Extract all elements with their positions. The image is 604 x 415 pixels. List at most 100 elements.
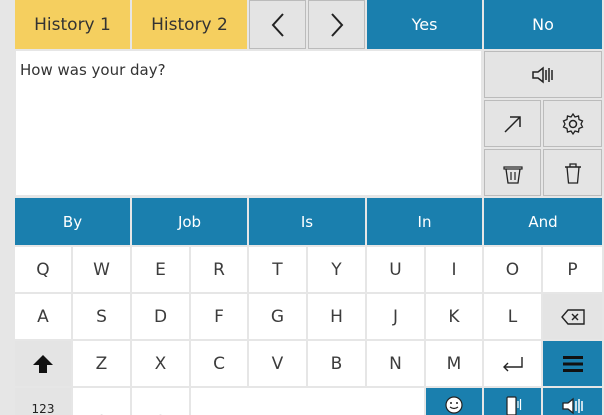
prediction-5[interactable]: And	[484, 198, 602, 245]
key-j[interactable]: J	[367, 294, 424, 339]
key-label: S	[96, 306, 107, 327]
key-b[interactable]: B	[308, 341, 365, 386]
prediction-label: And	[528, 212, 558, 231]
history-2-label: History 2	[151, 14, 228, 35]
key-s[interactable]: S	[73, 294, 130, 339]
key-u[interactable]: U	[367, 247, 424, 292]
key-label: E	[155, 259, 166, 280]
history-1-button[interactable]: History 1	[15, 0, 130, 49]
yes-button[interactable]: Yes	[367, 0, 482, 49]
key-v[interactable]: V	[249, 341, 306, 386]
key-label: F	[214, 306, 224, 327]
speak-key[interactable]	[543, 388, 602, 415]
chevron-right-icon	[330, 12, 344, 38]
prediction-label: Job	[177, 212, 202, 231]
forward-button[interactable]	[308, 0, 365, 49]
back-button[interactable]	[249, 0, 306, 49]
history-1-label: History 1	[34, 14, 111, 35]
key-label: O	[505, 259, 520, 280]
prediction-label: By	[62, 212, 83, 231]
key-o[interactable]: O	[484, 247, 541, 292]
key-label: J	[392, 306, 398, 327]
key-label: C	[213, 353, 225, 374]
key-i[interactable]: I	[426, 247, 482, 292]
shift-icon	[32, 353, 54, 375]
clear-all-button[interactable]	[543, 149, 602, 196]
key-label: U	[389, 259, 402, 280]
prediction-3[interactable]: Is	[249, 198, 365, 245]
backspace-icon	[560, 308, 586, 326]
key-e[interactable]: E	[132, 247, 189, 292]
key-label: H	[330, 306, 343, 327]
key-label: A	[37, 306, 49, 327]
key-d[interactable]: D	[132, 294, 189, 339]
key-label: G	[270, 306, 285, 327]
period-key[interactable]: .	[132, 388, 189, 415]
menu-key[interactable]	[543, 341, 602, 386]
key-label: Z	[95, 353, 108, 374]
key-label: Y	[331, 259, 342, 280]
key-label: R	[213, 259, 225, 280]
key-a[interactable]: A	[15, 294, 71, 339]
prediction-label: In	[417, 212, 432, 231]
key-y[interactable]: Y	[308, 247, 365, 292]
key-q[interactable]: Q	[15, 247, 71, 292]
key-h[interactable]: H	[308, 294, 365, 339]
trash-icon	[562, 161, 584, 185]
key-label: M	[446, 353, 462, 374]
emoji-key[interactable]	[426, 388, 482, 415]
key-label: L	[507, 306, 518, 327]
key-label: N	[389, 353, 402, 374]
key-x[interactable]: X	[132, 341, 189, 386]
key-g[interactable]: G	[249, 294, 306, 339]
key-p[interactable]: P	[543, 247, 602, 292]
key-t[interactable]: T	[249, 247, 306, 292]
prediction-1[interactable]: By	[15, 198, 130, 245]
key-label: P	[567, 259, 578, 280]
gear-icon	[561, 112, 585, 136]
key-label: W	[93, 259, 110, 280]
key-r[interactable]: R	[191, 247, 247, 292]
key-m[interactable]: M	[426, 341, 482, 386]
key-k[interactable]: K	[426, 294, 482, 339]
clear-word-button[interactable]	[484, 149, 541, 196]
emoji-icon	[445, 396, 463, 414]
speak-button[interactable]	[484, 51, 602, 98]
key-l[interactable]: L	[484, 294, 541, 339]
message-text: How was your day?	[20, 61, 166, 79]
phone-speaker-icon	[504, 396, 522, 415]
history-2-button[interactable]: History 2	[132, 0, 247, 49]
space-key[interactable]	[191, 388, 424, 415]
share-button[interactable]	[484, 100, 541, 147]
yes-label: Yes	[411, 15, 438, 34]
key-label: V	[271, 353, 284, 374]
comma-label: ,	[98, 402, 105, 415]
prediction-4[interactable]: In	[367, 198, 482, 245]
shift-key[interactable]	[15, 341, 71, 386]
key-c[interactable]: C	[191, 341, 247, 386]
key-w[interactable]: W	[73, 247, 130, 292]
enter-icon	[501, 355, 525, 373]
key-z[interactable]: Z	[73, 341, 130, 386]
arrow-up-right-icon	[502, 113, 524, 135]
chevron-left-icon	[271, 12, 285, 38]
prediction-2[interactable]: Job	[132, 198, 247, 245]
numbers-key[interactable]: 123	[15, 388, 71, 415]
key-label: B	[330, 353, 343, 374]
settings-button[interactable]	[543, 100, 602, 147]
trash-word-icon	[501, 161, 525, 185]
message-field[interactable]: How was your day?	[16, 51, 481, 195]
backspace-key[interactable]	[543, 294, 602, 339]
key-label: K	[448, 306, 460, 327]
prediction-label: Is	[300, 212, 314, 231]
numbers-label: 123	[31, 402, 55, 415]
phone-speaker-key[interactable]	[484, 388, 541, 415]
menu-icon	[562, 354, 584, 374]
comma-key[interactable]: ,	[73, 388, 130, 415]
enter-key[interactable]	[484, 341, 541, 386]
no-button[interactable]: No	[484, 0, 602, 49]
key-n[interactable]: N	[367, 341, 424, 386]
speaker-icon	[531, 65, 555, 85]
key-label: X	[154, 353, 167, 374]
key-f[interactable]: F	[191, 294, 247, 339]
